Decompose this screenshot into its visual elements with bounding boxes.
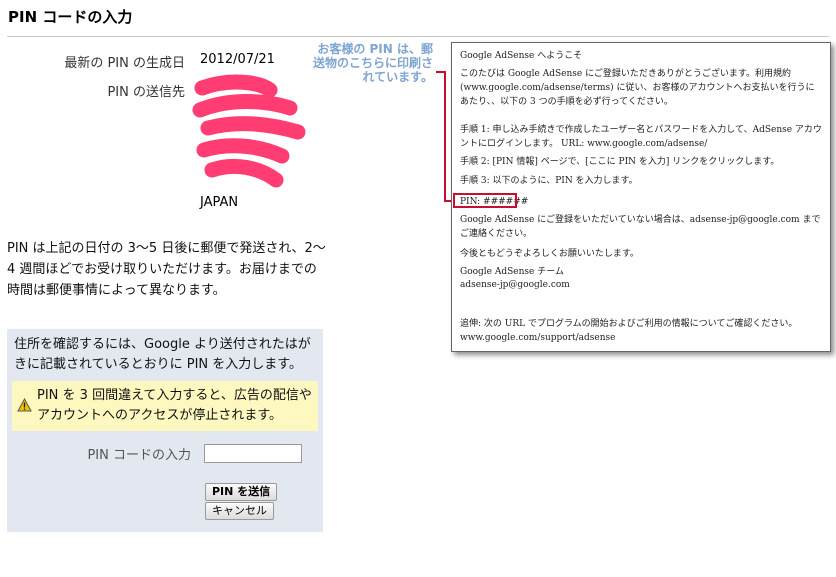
form-instructions: 住所を確認するには、Google より送付されたはがきに記載されているとおりに …: [14, 337, 311, 372]
warning-text: PIN を 3 回間違えて入力すると、広告の配信やアカウントへのアクセスが停止さ…: [37, 388, 312, 423]
warning-box: PIN を 3 回間違えて入力すると、広告の配信やアカウントへのアクセスが停止さ…: [12, 381, 318, 431]
pin-code-input[interactable]: [204, 444, 302, 463]
letter-ps: 追伸: 次の URL でプログラムの開始およびご利用の情報についてご確認ください…: [460, 319, 798, 343]
title-divider: [7, 36, 829, 37]
pin-entry-page: PIN コードの入力 最新の PIN の生成日 2012/07/21 PIN の…: [0, 0, 836, 577]
pin-generated-value: 2012/07/21: [200, 52, 275, 67]
letter-closing: 今後ともどうぞよろしくお願いいたします。: [460, 249, 639, 259]
address-redaction: [192, 74, 306, 188]
page-title: PIN コードの入力: [8, 8, 133, 26]
delivery-note: PIN は上記の日付の 3〜5 日後に郵便で発送され、2〜4 週間ほどでお受け取…: [7, 241, 326, 298]
letter-step-2: 手順 2: [PIN 情報] ページで、[ここに PIN を入力] リンクをクリ…: [460, 157, 780, 167]
letter-greeting: Google AdSense へようこそ: [460, 51, 583, 61]
warning-triangle-icon: [17, 398, 32, 412]
letter-intro: このたびは Google AdSense にご登録いただきありがとうございます。…: [460, 69, 815, 107]
pin-sent-to-label: PIN の送信先: [107, 85, 185, 100]
letter-email: adsense-jp@google.com: [460, 280, 570, 290]
letter-step-3: 手順 3: 以下のように、PIN を入力します。: [460, 176, 638, 186]
pin-form-panel: 住所を確認するには、Google より送付されたはがきに記載されているとおりに …: [7, 329, 323, 532]
letter-team: Google AdSense チーム: [460, 267, 564, 277]
letter-step-1: 手順 1: 申し込み手続きで作成したユーザー名とパスワードを入力して、AdSen…: [460, 125, 822, 149]
address-country: JAPAN: [200, 195, 239, 210]
pin-code-label: PIN コードの入力: [87, 448, 191, 463]
pin-location-callout: お客様の PIN は、郵送物のこちらに印刷されています。: [312, 42, 433, 84]
pin-highlight-box: [453, 193, 517, 208]
pin-generated-label: 最新の PIN の生成日: [64, 56, 185, 71]
submit-pin-button[interactable]: PIN を送信: [205, 483, 278, 501]
cancel-button[interactable]: キャンセル: [205, 502, 274, 520]
letter-unregistered: Google AdSense にご登録をいただいていない場合は、adsense-…: [460, 215, 821, 239]
